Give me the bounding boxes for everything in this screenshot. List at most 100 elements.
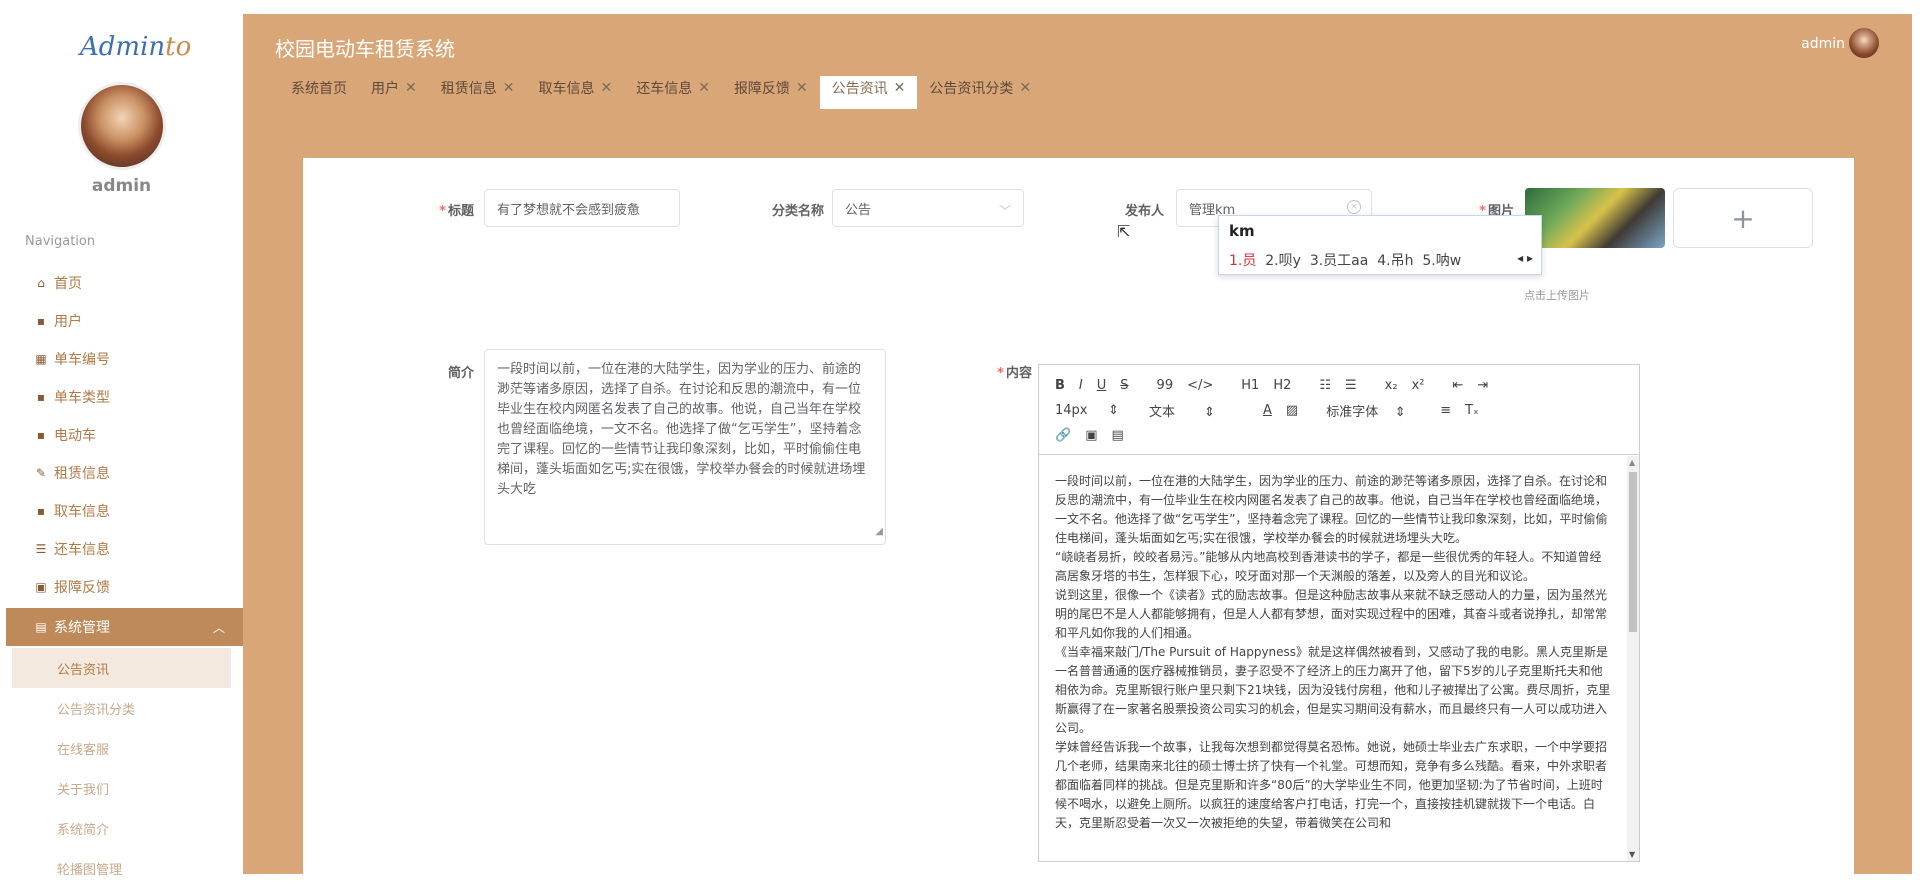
sidebar-item-pickup[interactable]: ▪ 取车信息 xyxy=(0,492,243,530)
grid-icon: ▪ xyxy=(36,390,46,404)
scrollbar-thumb[interactable] xyxy=(1629,472,1637,632)
font-family-select[interactable]: 标准字体 ⇕ xyxy=(1326,401,1426,420)
summary-textarea[interactable]: 一段时间以前，一位在港的大陆学生，因为学业的压力、前途的渺茫等诸多原因，选择了自… xyxy=(484,349,886,545)
home-icon: ⌂ xyxy=(37,276,45,290)
sidebar-username: admin xyxy=(91,176,152,196)
sidebar-item-home[interactable]: ⌂ 首页 xyxy=(0,264,243,302)
ime-candidate[interactable]: 2.呗y xyxy=(1265,253,1301,269)
tab-home[interactable]: 系统首页 xyxy=(279,76,359,109)
ime-candidate[interactable]: 5.呐w xyxy=(1422,253,1461,269)
bold-button[interactable]: B xyxy=(1055,378,1065,393)
publisher-label: 发布人 xyxy=(1124,204,1164,219)
h2-button[interactable]: H2 xyxy=(1273,378,1291,393)
image-icon[interactable]: ▣ xyxy=(1085,428,1097,443)
sidebar-subitem-online-service[interactable]: 在线客服 xyxy=(0,728,243,768)
sidebar: Adminto admin Navigation ⌂ 首页 ▪ 用户 ▦ 单车编号 ▪… xyxy=(0,14,243,878)
scroll-down-icon[interactable]: ▼ xyxy=(1629,850,1635,859)
close-icon[interactable]: ✕ xyxy=(503,80,515,96)
ime-typed-text: km xyxy=(1229,222,1255,240)
sidebar-subitem-announcement[interactable]: 公告资讯 xyxy=(12,648,231,688)
close-icon[interactable]: ✕ xyxy=(796,80,808,96)
video-icon[interactable]: ▤ xyxy=(1111,428,1123,443)
resize-handle-icon[interactable]: ◢ xyxy=(875,522,883,542)
sidebar-item-bike-type[interactable]: ▪ 单车类型 xyxy=(0,378,243,416)
h1-button[interactable]: H1 xyxy=(1241,378,1259,393)
tab-pickup[interactable]: 取车信息 ✕ xyxy=(526,76,624,109)
header-avatar[interactable] xyxy=(1849,28,1879,58)
list-icon: ☰ xyxy=(35,542,47,556)
ordered-list-icon[interactable]: ☷ xyxy=(1319,378,1331,393)
close-icon[interactable]: ✕ xyxy=(698,80,710,96)
subscript-button[interactable]: x₂ xyxy=(1385,378,1398,393)
edit-icon: ✎ xyxy=(35,466,47,480)
code-button[interactable]: </> xyxy=(1187,378,1213,393)
editor-content[interactable]: 一段时间以前，一位在港的大陆学生，因为学业的压力、前途的渺茫等诸多原因，选择了自… xyxy=(1039,456,1629,861)
sidebar-subitem-announcement-category[interactable]: 公告资讯分类 xyxy=(0,688,243,728)
indent-icon[interactable]: ⇥ xyxy=(1477,378,1488,393)
image-upload-button[interactable]: + xyxy=(1673,188,1813,248)
close-icon[interactable]: ✕ xyxy=(1019,80,1031,96)
header-username[interactable]: admin xyxy=(1801,36,1845,52)
align-icon[interactable]: ≡ xyxy=(1440,403,1451,418)
sidebar-item-rental[interactable]: ✎ 租赁信息 xyxy=(0,454,243,492)
uploaded-image-thumbnail[interactable] xyxy=(1525,188,1665,248)
clear-format-icon[interactable]: Tₓ xyxy=(1465,403,1479,418)
scroll-up-icon[interactable]: ▲ xyxy=(1629,458,1635,467)
plus-icon: + xyxy=(1731,201,1755,235)
sidebar-subitem-carousel[interactable]: 轮播图管理 xyxy=(0,848,243,888)
ime-candidate[interactable]: 4.吊h xyxy=(1377,253,1413,269)
tab-users[interactable]: 用户 ✕ xyxy=(359,76,429,109)
close-icon[interactable]: ✕ xyxy=(600,80,612,96)
link-icon[interactable]: 🔗 xyxy=(1055,428,1071,443)
tab-announcement[interactable]: 公告资讯 ✕ xyxy=(819,76,918,109)
chevron-up-icon: ︿ xyxy=(212,620,225,635)
close-icon[interactable]: ✕ xyxy=(405,80,417,96)
tab-announcement-category[interactable]: 公告资讯分类 ✕ xyxy=(917,76,1043,109)
clear-icon[interactable]: × xyxy=(1347,200,1361,214)
ime-candidate[interactable]: 3.员工aa xyxy=(1310,253,1369,269)
tab-return[interactable]: 还车信息 ✕ xyxy=(624,76,722,109)
grid-icon: ▪ xyxy=(36,314,46,328)
title-input[interactable]: 有了梦想就不会感到疲惫 xyxy=(484,189,680,227)
sidebar-item-ebike[interactable]: ▪ 电动车 xyxy=(0,416,243,454)
tab-rental[interactable]: 租赁信息 ✕ xyxy=(429,76,527,109)
sidebar-subitem-about[interactable]: 关于我们 xyxy=(0,768,243,808)
doc-icon: ▤ xyxy=(35,620,47,634)
sidebar-item-bike-number[interactable]: ▦ 单车编号 xyxy=(0,340,243,378)
editor-scrollbar[interactable]: ▲ ▼ xyxy=(1627,456,1639,861)
close-icon[interactable]: ✕ xyxy=(894,80,906,96)
sidebar-item-system[interactable]: ▤ 系统管理 ︿ xyxy=(6,608,243,646)
strike-button[interactable]: S xyxy=(1120,378,1128,393)
tab-bar: 系统首页 用户 ✕ 租赁信息 ✕ 取车信息 ✕ 还车信息 ✕ 报障反馈 ✕ 公告资讯 ✕ 公… xyxy=(243,76,1923,109)
quote-button[interactable]: 99 xyxy=(1157,378,1174,393)
font-color-icon[interactable]: A xyxy=(1263,403,1272,418)
sidebar-item-feedback[interactable]: ▣ 报障反馈 xyxy=(0,568,243,606)
ime-candidates: 1.员 2.呗y 3.员工aa 4.吊h 5.呐w xyxy=(1229,250,1461,270)
ime-page-arrows[interactable]: ◂ ▸ xyxy=(1517,251,1533,265)
title-label: * 标题 xyxy=(439,204,474,219)
editor-toolbar: B I U S 99 </> H1 H2 ☷ ☰ x₂ x² ⇤ ⇥ 14px … xyxy=(1039,365,1639,455)
sidebar-subitem-intro[interactable]: 系统简介 xyxy=(0,808,243,848)
background-color-icon[interactable]: ▨ xyxy=(1286,403,1298,418)
header: 校园电动车租赁系统 admin xyxy=(243,14,1923,76)
ime-candidate-popup: km 1.员 2.呗y 3.员工aa 4.吊h 5.呐w ◂ ▸ xyxy=(1218,215,1542,275)
content-label: * 内容 xyxy=(997,366,1032,381)
superscript-button[interactable]: x² xyxy=(1412,378,1425,393)
avatar[interactable] xyxy=(78,82,166,170)
top-strip xyxy=(0,0,1928,14)
outdent-icon[interactable]: ⇤ xyxy=(1452,378,1463,393)
underline-button[interactable]: U xyxy=(1097,378,1107,393)
content-paragraph: 《当幸福来敲门/The Pursuit of Happyness》就是这样偶然被… xyxy=(1055,645,1611,735)
rich-text-editor: B I U S 99 </> H1 H2 ☷ ☰ x₂ x² ⇤ ⇥ 14px … xyxy=(1038,364,1640,862)
ime-candidate[interactable]: 1.员 xyxy=(1229,253,1256,269)
content-paragraph: 学妹曾经告诉我一个故事，让我每次想到都觉得莫名恐怖。她说，她硕士毕业去广东求职，… xyxy=(1055,740,1608,830)
text-style-select[interactable]: 文本 ⇕ xyxy=(1149,401,1249,420)
sidebar-item-users[interactable]: ▪ 用户 xyxy=(0,302,243,340)
font-size-select[interactable]: 14px ⇕ xyxy=(1055,403,1135,418)
category-select[interactable]: 公告 ﹀ xyxy=(832,189,1024,227)
sidebar-item-return[interactable]: ☰ 还车信息 xyxy=(0,530,243,568)
tab-feedback[interactable]: 报障反馈 ✕ xyxy=(722,76,820,109)
bullet-list-icon[interactable]: ☰ xyxy=(1345,378,1357,393)
nav-title: Navigation xyxy=(25,234,96,249)
italic-button[interactable]: I xyxy=(1079,378,1083,393)
